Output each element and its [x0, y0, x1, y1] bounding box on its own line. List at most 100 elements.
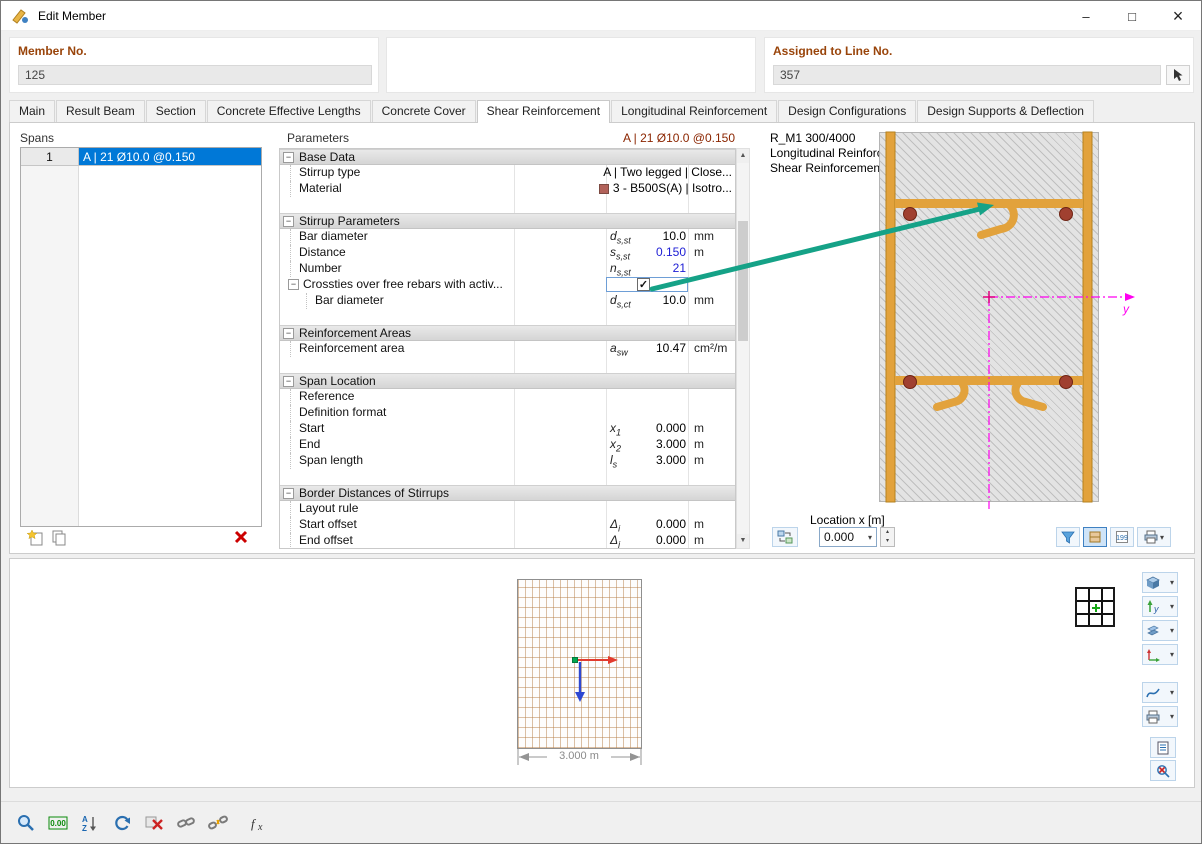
collapse-icon[interactable]: −	[283, 488, 294, 499]
param-row-distance[interactable]: Distance ss,st 0.150 m	[280, 245, 735, 261]
tab-longitudinal-reinforcement[interactable]: Longitudinal Reinforcement	[611, 100, 778, 122]
printer-icon	[1144, 530, 1158, 544]
param-row-start[interactable]: Start x1 0.000 m	[280, 421, 735, 437]
view-plane-button[interactable]: ▾	[1142, 620, 1178, 641]
tab-main[interactable]: Main	[9, 100, 56, 122]
checkbox-icon[interactable]: ✓	[637, 278, 650, 291]
find-button[interactable]	[13, 810, 39, 836]
sort-button[interactable]: AZ	[77, 810, 103, 836]
span-row-number: 1	[21, 148, 79, 166]
view-axes-button[interactable]: ▾	[1142, 644, 1178, 665]
param-value[interactable]: A | Two legged | Close...	[514, 165, 732, 180]
new-span-button[interactable]	[24, 528, 46, 548]
section-reinforcement-areas[interactable]: − Reinforcement Areas	[280, 325, 735, 341]
spin-down-icon[interactable]: ▾	[881, 537, 894, 546]
scroll-down-icon[interactable]: ▼	[737, 534, 749, 548]
member-view-panel: 3.000 m ▾ y ▾ ▾ ▾ ▾ ▾	[9, 558, 1195, 788]
unlink-button[interactable]	[205, 810, 231, 836]
close-button[interactable]: ×	[1155, 1, 1201, 31]
location-combobox[interactable]: 0.000 ▾	[819, 527, 877, 547]
copy-icon	[52, 530, 66, 546]
tab-design-configurations[interactable]: Design Configurations	[778, 100, 917, 122]
param-value[interactable]: 0.000	[606, 421, 686, 436]
section-base-data[interactable]: − Base Data	[280, 149, 735, 165]
print-view-button[interactable]: ▾	[1142, 706, 1178, 727]
location-spinner[interactable]: ▴ ▾	[880, 527, 895, 547]
maximize-button[interactable]: □	[1109, 1, 1155, 31]
param-value[interactable]: 0.150	[606, 245, 686, 260]
numbering-button[interactable]: 199	[1110, 527, 1134, 547]
param-row-layout-rule[interactable]: Layout ruleStart equals End	[280, 501, 735, 517]
section-display-toggle[interactable]	[1083, 527, 1107, 547]
tree-line	[290, 421, 291, 437]
param-row-crossties[interactable]: − Crossties over free rebars with activ..…	[280, 277, 735, 293]
param-row-reinforcement-area[interactable]: Reinforcement area asw 10.47 cm²/m	[280, 341, 735, 357]
param-row-bar-diameter[interactable]: Bar diameter ds,st 10.0 mm	[280, 229, 735, 245]
copy-span-button[interactable]	[48, 528, 70, 548]
tree-line	[290, 405, 291, 421]
spin-up-icon[interactable]: ▴	[881, 528, 894, 537]
report-button[interactable]	[1150, 737, 1176, 758]
filter-button[interactable]	[1056, 527, 1080, 547]
view-direction-button[interactable]: y ▾	[1142, 596, 1178, 617]
decimals-button[interactable]: 0.00	[45, 810, 71, 836]
param-value[interactable]: 0.000	[606, 533, 686, 548]
param-value[interactable]: 0.000	[606, 517, 686, 532]
select-line-button[interactable]	[1166, 65, 1190, 85]
view-isometric-button[interactable]: ▾	[1142, 572, 1178, 593]
scrollbar-thumb[interactable]	[738, 221, 748, 341]
tree-line	[290, 501, 291, 517]
section-stirrup-parameters[interactable]: − Stirrup Parameters	[280, 213, 735, 229]
section-display-icon	[1089, 531, 1101, 543]
param-row-span-length[interactable]: Span length ls 3.000 m	[280, 453, 735, 469]
curve-display-button[interactable]: ▾	[1142, 682, 1178, 703]
param-value[interactable]: 3 - B500S(A) | Isotro...	[514, 181, 732, 196]
param-row-material[interactable]: Material 3 - B500S(A) | Isotro...	[280, 181, 735, 197]
param-row-end-offset[interactable]: End offset Δj 0.000 m	[280, 533, 735, 548]
member-no-label: Member No.	[18, 44, 87, 58]
function-button[interactable]: fx	[245, 810, 271, 836]
span-row-selected[interactable]: 1 A | 21 Ø10.0 @0.150	[21, 148, 261, 166]
viewport-grid-icon[interactable]	[1075, 587, 1115, 627]
span-row-label[interactable]: A | 21 Ø10.0 @0.150	[79, 148, 261, 166]
tab-design-supports-deflection[interactable]: Design Supports & Deflection	[917, 100, 1094, 122]
sync-views-button[interactable]	[772, 527, 798, 547]
collapse-icon[interactable]: −	[283, 376, 294, 387]
collapse-icon[interactable]: −	[283, 152, 294, 163]
tab-result-beam[interactable]: Result Beam	[56, 100, 145, 122]
param-value[interactable]: 10.0	[606, 293, 686, 308]
param-value[interactable]: 3.000	[606, 437, 686, 452]
param-row-reference[interactable]: ReferenceStart	[280, 389, 735, 405]
section-border-distances[interactable]: − Border Distances of Stirrups	[280, 485, 735, 501]
param-row-stirrup-type[interactable]: Stirrup type A | Two legged | Close...	[280, 165, 735, 181]
member-no-field[interactable]: 125	[18, 65, 372, 85]
section-span-location[interactable]: − Span Location	[280, 373, 735, 389]
clear-zoom-button[interactable]	[1150, 760, 1176, 781]
link-button[interactable]	[173, 810, 199, 836]
scroll-up-icon[interactable]: ▲	[737, 149, 749, 163]
delete-span-button[interactable]	[230, 527, 252, 547]
param-row-definition-format[interactable]: Definition formatAbsolute	[280, 405, 735, 421]
collapse-icon[interactable]: −	[283, 216, 294, 227]
refresh-button[interactable]	[109, 810, 135, 836]
collapse-icon[interactable]: −	[288, 279, 299, 290]
tab-concrete-effective-lengths[interactable]: Concrete Effective Lengths	[206, 100, 371, 122]
tab-concrete-cover[interactable]: Concrete Cover	[371, 100, 476, 122]
delete-results-button[interactable]	[141, 810, 167, 836]
print-button[interactable]: ▾	[1137, 527, 1171, 547]
crossties-checkbox-cell[interactable]: ✓	[606, 277, 688, 292]
param-row-start-offset[interactable]: Start offset Δi 0.000 m	[280, 517, 735, 533]
assigned-line-field[interactable]: 357	[773, 65, 1161, 85]
param-row-end[interactable]: End x2 3.000 m	[280, 437, 735, 453]
collapse-icon[interactable]: −	[283, 328, 294, 339]
tab-section[interactable]: Section	[145, 100, 206, 122]
minimize-button[interactable]: –	[1063, 1, 1109, 31]
tree-line	[306, 293, 307, 309]
param-row-crosstie-bar-diameter[interactable]: Bar diameter ds,ct 10.0 mm	[280, 293, 735, 309]
tree-line	[290, 517, 291, 533]
param-row-number[interactable]: Number ns,st 21	[280, 261, 735, 277]
parameters-scrollbar[interactable]: ▲ ▼	[736, 148, 750, 549]
param-value[interactable]: 10.0	[606, 229, 686, 244]
tab-shear-reinforcement[interactable]: Shear Reinforcement	[476, 100, 611, 123]
param-value[interactable]: 21	[606, 261, 686, 276]
